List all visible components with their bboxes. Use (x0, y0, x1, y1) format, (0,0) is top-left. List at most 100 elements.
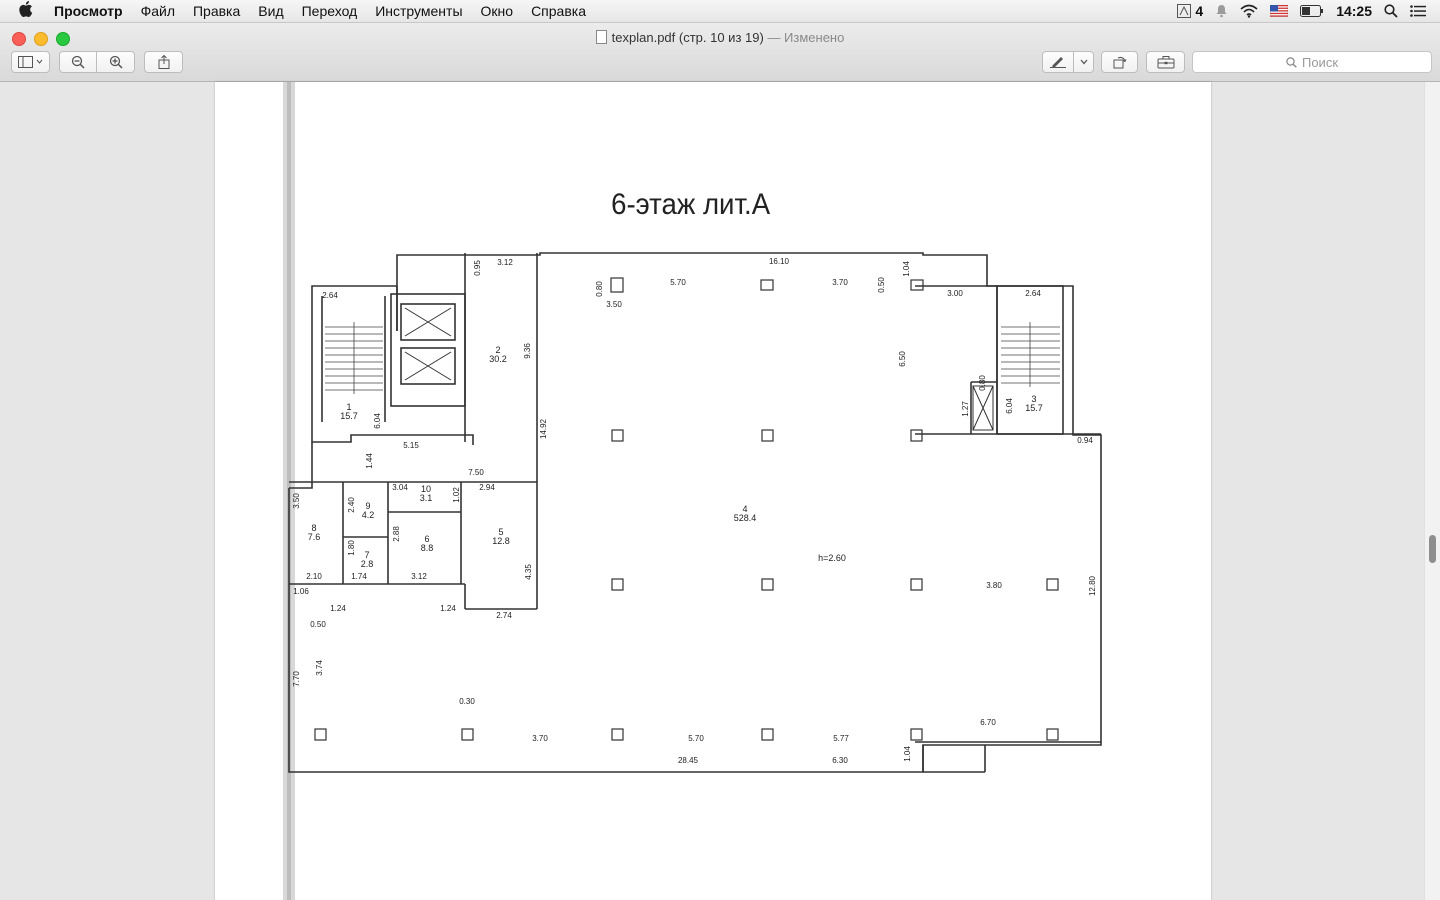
room-10-area: 3.1 (420, 493, 433, 503)
notification-bell-icon[interactable] (1215, 4, 1228, 18)
dim-label: 3.50 (606, 300, 622, 309)
menu-window[interactable]: Окно (472, 3, 523, 19)
wifi-icon[interactable] (1240, 4, 1258, 18)
dimension-labels: 3.12 16.10 5.70 3.70 3.50 3.00 2.64 2.64… (293, 257, 1093, 765)
dim-label: 1.04 (902, 261, 911, 277)
toolbox-button[interactable] (1146, 51, 1185, 73)
dim-label: 0.80 (595, 281, 604, 297)
dim-label: 16.10 (769, 257, 790, 266)
plan-title: 6-этаж лит.А (611, 188, 771, 221)
markup-pen-button[interactable] (1042, 51, 1074, 73)
share-icon (158, 55, 169, 69)
dim-label: 28.45 (678, 756, 699, 765)
floor-plan-drawing: 6-этаж лит.А 1 15.7 2 30.2 3 15.7 4 528.… (283, 82, 1102, 900)
dim-label: 9.36 (523, 343, 532, 359)
dim-label: 5.15 (403, 441, 419, 450)
share-button[interactable] (144, 51, 183, 73)
status-count: 4 (1195, 3, 1204, 19)
dim-label: 5.70 (688, 734, 704, 743)
dim-label: 2.94 (479, 483, 495, 492)
zoom-in-icon (109, 55, 123, 69)
us-flag-input-icon[interactable] (1270, 5, 1289, 17)
dim-label: 1.06 (293, 587, 309, 596)
search-icon (1286, 56, 1297, 68)
rotate-button[interactable] (1101, 51, 1138, 73)
dim-label: 1.04 (903, 746, 912, 762)
dim-label: 3.12 (497, 258, 513, 267)
room-4-area: 528.4 (734, 513, 757, 523)
document-filename: texplan.pdf (стр. 10 из 19) (611, 30, 764, 45)
zoom-out-button[interactable] (59, 51, 97, 73)
document-viewport[interactable]: 6-этаж лит.А 1 15.7 2 30.2 3 15.7 4 528.… (0, 82, 1440, 900)
ceiling-height-note: h=2.60 (818, 553, 846, 563)
menu-edit[interactable]: Правка (184, 3, 249, 19)
title-bar: texplan.pdf (стр. 10 из 19) — Изменено П… (0, 23, 1440, 82)
dim-label: 3.70 (532, 734, 548, 743)
zoom-in-button[interactable] (96, 51, 135, 73)
dim-label: 0.50 (310, 620, 326, 629)
adobe-status-icon[interactable]: 4 (1177, 3, 1203, 19)
dim-label: 3.70 (832, 278, 848, 287)
room-6-area: 8.8 (421, 543, 434, 553)
dim-label: 1.24 (440, 604, 456, 613)
room-1-area: 15.7 (340, 411, 358, 421)
apple-menu-icon[interactable] (0, 1, 52, 21)
dim-label: 6.04 (373, 413, 382, 429)
scrollbar-thumb[interactable] (1429, 535, 1436, 563)
dim-label: 6.50 (898, 351, 907, 367)
menu-file[interactable]: Файл (132, 3, 184, 19)
menu-tools[interactable]: Инструменты (366, 3, 471, 19)
dim-label: 1.02 (452, 487, 461, 503)
sidebar-toggle-button[interactable] (11, 51, 50, 73)
room-9-area: 4.2 (362, 510, 375, 520)
chevron-down-icon (1080, 59, 1087, 65)
status-area: 4 14:25 (1177, 3, 1440, 19)
dim-label: 2.10 (306, 572, 322, 581)
markup-menu-button[interactable] (1073, 51, 1094, 73)
dim-label: 2.64 (1025, 289, 1041, 298)
dim-label: 0.95 (473, 260, 482, 276)
search-placeholder: Поиск (1301, 54, 1339, 70)
menu-help[interactable]: Справка (522, 3, 595, 19)
stairs-left (325, 322, 383, 394)
dim-label: 2.40 (347, 497, 356, 513)
room-3-area: 15.7 (1025, 403, 1043, 413)
edited-status: — Изменено (767, 30, 845, 45)
dim-label: 0.50 (877, 277, 886, 293)
dim-label: 2.64 (322, 291, 338, 300)
dim-label: 6.30 (832, 756, 848, 765)
dim-label: 1.44 (365, 453, 374, 469)
menu-bar: Просмотр Файл Правка Вид Переход Инструм… (0, 0, 1440, 23)
dim-label: 2.88 (392, 526, 401, 542)
search-field[interactable]: Поиск (1192, 51, 1432, 73)
battery-icon[interactable] (1300, 5, 1324, 17)
clock[interactable]: 14:25 (1336, 3, 1372, 19)
sidebar-icon (17, 56, 42, 68)
dim-label: 3.80 (986, 581, 1002, 590)
dim-label: 7.50 (468, 468, 484, 477)
window-title: texplan.pdf (стр. 10 из 19) — Изменено (0, 30, 1440, 45)
dim-label: 12.80 (1088, 575, 1097, 596)
toolbox-icon (1157, 55, 1174, 68)
dim-label: 3.12 (411, 572, 427, 581)
vertical-dimension-labels: 0.95 1.04 0.80 0.50 9.36 6.50 0.80 1.27 … (292, 260, 1097, 762)
room-5-area: 12.8 (492, 536, 510, 546)
dim-label: 0.30 (459, 697, 475, 706)
plan-walls (288, 252, 1102, 773)
rotate-icon (1113, 56, 1126, 69)
pdf-page: 6-этаж лит.А 1 15.7 2 30.2 3 15.7 4 528.… (215, 82, 1211, 900)
elevator-shafts (404, 307, 994, 431)
dim-label: 6.04 (1005, 398, 1014, 414)
menu-view[interactable]: Вид (249, 3, 292, 19)
room-7-area: 2.8 (361, 559, 374, 569)
menu-app-name[interactable]: Просмотр (52, 3, 132, 19)
dim-label: 1.24 (330, 604, 346, 613)
dim-label: 5.70 (670, 278, 686, 287)
menu-go[interactable]: Переход (293, 3, 367, 19)
notification-center-icon[interactable] (1410, 5, 1426, 17)
dim-label: 4.35 (524, 564, 533, 580)
zoom-out-icon (71, 55, 85, 69)
pdf-document-icon (595, 30, 607, 44)
vertical-scrollbar[interactable] (1424, 82, 1440, 900)
spotlight-search-icon[interactable] (1384, 4, 1398, 18)
